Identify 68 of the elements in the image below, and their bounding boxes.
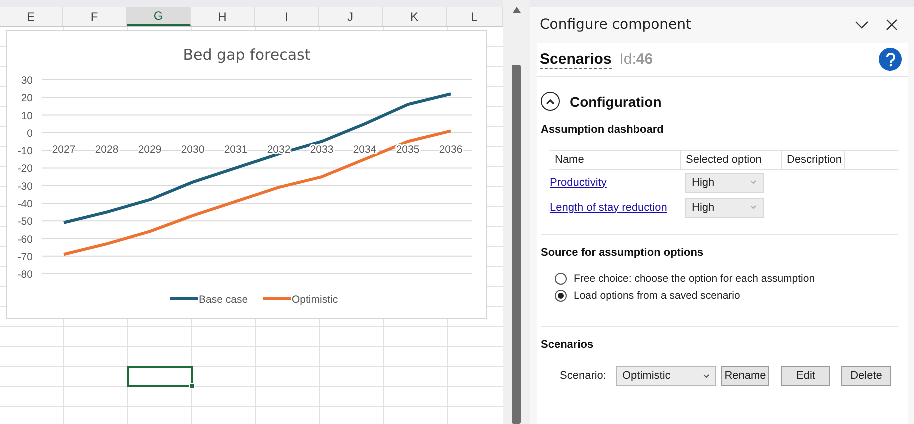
y-axis-label: -10 bbox=[18, 146, 33, 158]
scroll-up-icon[interactable] bbox=[512, 7, 520, 13]
option-dropdown[interactable]: High bbox=[685, 172, 764, 192]
y-axis-label: -40 bbox=[18, 198, 33, 210]
field-label: Scenario: bbox=[560, 370, 606, 382]
x-axis-label: 2028 bbox=[95, 144, 119, 156]
help-icon[interactable] bbox=[879, 48, 902, 71]
x-axis-label: 2030 bbox=[181, 144, 205, 156]
radio-label: Free choice: choose the option for each assumption bbox=[574, 273, 816, 285]
legend-label: Optimistic bbox=[292, 294, 338, 306]
assumption-link[interactable]: Length of stay reduction bbox=[550, 202, 668, 214]
y-axis-label: 30 bbox=[21, 75, 33, 87]
table-header: Name bbox=[550, 150, 681, 170]
column-header[interactable]: J bbox=[319, 7, 383, 26]
x-axis-label: 2033 bbox=[310, 144, 334, 156]
table-header: Description bbox=[782, 150, 845, 170]
y-axis-label: -70 bbox=[18, 251, 33, 264]
y-axis-label: 20 bbox=[21, 92, 33, 105]
panel-title: Configure component bbox=[540, 17, 693, 33]
chart-title: Bed gap forecast bbox=[183, 46, 311, 64]
table-header: Selected option bbox=[681, 150, 782, 170]
section-title: Configuration bbox=[570, 94, 662, 110]
close-icon[interactable] bbox=[884, 17, 900, 33]
option-dropdown[interactable]: High bbox=[685, 198, 764, 218]
action-button[interactable]: Edit bbox=[781, 366, 830, 386]
selected-cell[interactable] bbox=[127, 366, 193, 387]
component-id: Id:46 bbox=[620, 51, 654, 68]
subsection-title: Scenarios bbox=[541, 339, 595, 351]
x-axis-label: 2029 bbox=[138, 144, 162, 156]
x-axis-label: 2036 bbox=[439, 144, 463, 156]
radio-button[interactable] bbox=[555, 290, 567, 302]
caret-icon bbox=[750, 205, 757, 210]
y-axis-label: -20 bbox=[18, 163, 33, 176]
subsection-title: Assumption dashboard bbox=[541, 124, 665, 136]
collapse-section-icon[interactable] bbox=[541, 92, 560, 111]
radio-label: Load options from a saved scenario bbox=[574, 290, 740, 302]
y-axis-label: -80 bbox=[18, 269, 33, 282]
action-button[interactable]: Rename bbox=[721, 366, 770, 386]
x-axis-label: 2035 bbox=[396, 144, 420, 156]
component-name: Scenarios bbox=[540, 50, 612, 68]
action-button[interactable]: Delete bbox=[841, 366, 892, 386]
x-axis-label: 2031 bbox=[224, 144, 248, 156]
legend-swatch bbox=[170, 298, 198, 300]
table-header bbox=[845, 150, 898, 170]
column-header[interactable]: H bbox=[191, 7, 255, 26]
radio-button[interactable] bbox=[555, 273, 567, 285]
caret-icon bbox=[750, 180, 757, 185]
column-header[interactable]: G bbox=[127, 7, 191, 26]
scrollbar-thumb[interactable] bbox=[512, 64, 521, 424]
y-axis-label: -50 bbox=[18, 216, 33, 228]
x-axis-label: 2032 bbox=[267, 144, 291, 156]
radio-option[interactable]: Free choice: choose the option for each assumption bbox=[555, 273, 898, 285]
y-axis-label: 0 bbox=[27, 128, 33, 140]
y-axis-label: -30 bbox=[18, 180, 33, 193]
column-header[interactable]: K bbox=[383, 7, 447, 26]
caret-icon bbox=[703, 374, 710, 378]
legend-label: Base case bbox=[199, 294, 248, 306]
column-header[interactable]: I bbox=[255, 7, 319, 26]
y-axis-label: 10 bbox=[21, 110, 33, 122]
x-axis-label: 2034 bbox=[353, 144, 377, 156]
x-axis-label: 2027 bbox=[52, 144, 76, 156]
y-axis-label: -60 bbox=[18, 234, 33, 246]
assumption-link[interactable]: Productivity bbox=[550, 176, 607, 188]
legend-swatch bbox=[263, 298, 291, 300]
subsection-title: Source for assumption options bbox=[541, 247, 705, 259]
scenario-dropdown[interactable]: Optimistic bbox=[616, 366, 716, 386]
radio-option[interactable]: Load options from a saved scenario bbox=[555, 290, 898, 302]
column-header[interactable]: E bbox=[0, 7, 63, 26]
